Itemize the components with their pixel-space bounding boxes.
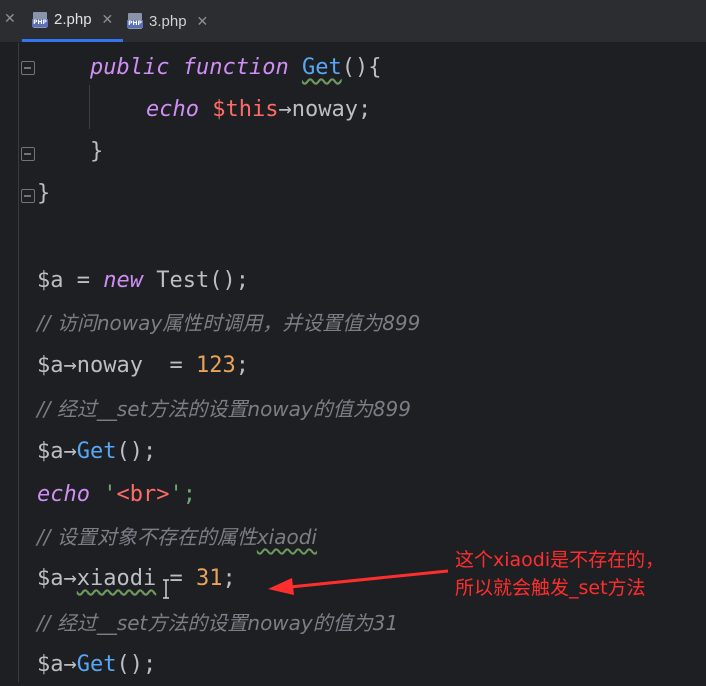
code-line-11: // 设置对象不存在的属性xiaodi bbox=[37, 516, 317, 558]
property: noway; bbox=[291, 97, 372, 122]
property: noway = bbox=[76, 353, 196, 378]
code-line-5: $a = new Test(); bbox=[37, 260, 249, 302]
arrow-operator: → bbox=[278, 97, 292, 122]
operator: = bbox=[156, 566, 196, 591]
code-line-7: $a→noway = 123; bbox=[37, 345, 249, 387]
keyword: new bbox=[103, 268, 143, 293]
function-name: Get bbox=[76, 652, 117, 677]
code-line-3: } bbox=[90, 131, 103, 173]
brace: } bbox=[90, 139, 104, 164]
tab-label: 3.php bbox=[149, 12, 187, 30]
variable: $a bbox=[37, 566, 64, 591]
punctuation: ; bbox=[222, 566, 236, 591]
close-icon[interactable]: ✕ bbox=[102, 11, 114, 28]
class-name: Test bbox=[143, 268, 210, 293]
code-line-13: // 经过__set方法的设置noway的值为31 bbox=[37, 602, 398, 644]
php-file-icon: PHP bbox=[32, 11, 48, 28]
keyword: echo bbox=[146, 97, 199, 122]
gutter-divider bbox=[18, 43, 19, 682]
arrow-operator: → bbox=[63, 439, 77, 464]
comment-typo: xiaodi bbox=[256, 525, 317, 549]
comment: // 访问noway属性时调用，并设置值为899 bbox=[37, 311, 421, 335]
keyword: echo bbox=[37, 482, 90, 507]
code-line-8: // 经过__set方法的设置noway的值为899 bbox=[37, 388, 411, 430]
comment: // 设置对象不存在的属性 bbox=[37, 525, 257, 549]
code-line-10: echo '<br>'; bbox=[37, 474, 196, 516]
annotation-line-1: 这个xiaodi是不存在的， bbox=[455, 549, 665, 571]
number: 123 bbox=[195, 353, 236, 378]
code-line-14: $a→Get(); bbox=[37, 644, 156, 686]
code-line-9: $a→Get(); bbox=[37, 431, 156, 473]
string-quote: '; bbox=[169, 482, 196, 507]
string-quote: ' bbox=[89, 482, 117, 507]
close-all-icon[interactable]: ✕ bbox=[4, 11, 16, 27]
code-line-2: echo $this→noway; bbox=[146, 89, 371, 131]
comment: // 经过__set方法的设置noway的值为899 bbox=[37, 397, 411, 421]
variable: $a bbox=[37, 268, 64, 293]
indent-guide bbox=[89, 85, 90, 129]
operator: = bbox=[63, 268, 104, 293]
comment: // 经过__set方法的设置noway的值为31 bbox=[37, 611, 399, 635]
code-line-1: public function Get(){ bbox=[90, 47, 381, 89]
code-line-12: $a→xiaodi = 31; bbox=[37, 558, 236, 600]
annotation-line-2: 所以就会触发_set方法 bbox=[455, 577, 646, 599]
punctuation: (){ bbox=[341, 55, 382, 80]
tab-label: 2.php bbox=[54, 11, 92, 28]
fold-marker-icon[interactable] bbox=[21, 61, 35, 75]
property: xiaodi bbox=[76, 566, 157, 591]
fold-marker-icon[interactable] bbox=[21, 147, 35, 161]
arrow-operator: → bbox=[63, 566, 77, 591]
tab-3-php[interactable]: PHP 3.php ✕ bbox=[117, 0, 218, 42]
this-variable: $this bbox=[212, 97, 279, 122]
fold-marker-icon[interactable] bbox=[21, 189, 35, 203]
annotation-note: 这个xiaodi是不存在的， 所以就会触发_set方法 bbox=[455, 546, 664, 602]
punctuation: (); bbox=[116, 652, 157, 677]
function-name: Get bbox=[76, 439, 117, 464]
punctuation: ; bbox=[235, 353, 249, 378]
variable: $a bbox=[37, 652, 64, 677]
keyword: public bbox=[90, 55, 170, 80]
keyword: function bbox=[182, 55, 289, 80]
variable: $a bbox=[37, 439, 64, 464]
punctuation: (); bbox=[116, 439, 157, 464]
php-file-icon: PHP bbox=[127, 13, 143, 29]
code-line-4: } bbox=[37, 173, 50, 215]
html-tag: <br> bbox=[116, 482, 170, 507]
code-line-6: // 访问noway属性时调用，并设置值为899 bbox=[37, 302, 420, 344]
function-name: Get bbox=[301, 55, 342, 80]
arrow-operator: → bbox=[63, 353, 77, 378]
tab-2-php[interactable]: PHP 2.php ✕ bbox=[22, 0, 124, 42]
editor-tab-bar: ✕ PHP 2.php ✕ PHP 3.php ✕ bbox=[0, 0, 706, 43]
punctuation: (); bbox=[209, 268, 249, 293]
arrow-operator: → bbox=[63, 652, 77, 677]
close-icon[interactable]: ✕ bbox=[197, 13, 209, 30]
variable: $a bbox=[37, 353, 64, 378]
number: 31 bbox=[195, 566, 223, 591]
brace: } bbox=[37, 181, 51, 206]
